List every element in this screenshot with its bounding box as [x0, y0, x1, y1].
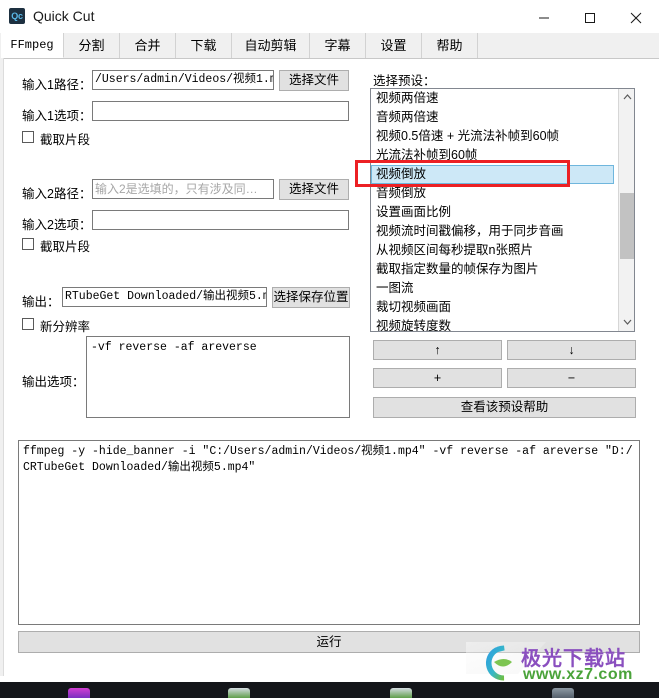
app-icon-quickcut: Qc	[9, 8, 25, 24]
output-browse-button[interactable]: 选择保存位置	[272, 287, 350, 308]
input1-path-input[interactable]: /Users/admin/Videos/视频1.mp4	[92, 70, 274, 90]
tab-item-5[interactable]: 字幕	[310, 33, 366, 58]
preset-move-down-button[interactable]: ↓	[507, 340, 636, 360]
preset-list-item[interactable]: 截取指定数量的帧保存为图片	[371, 260, 614, 279]
tab-item-7[interactable]: 帮助	[422, 33, 478, 58]
output-options-label: 输出选项：	[22, 375, 85, 389]
output-options-textarea[interactable]: -vf reverse -af areverse	[86, 336, 350, 418]
preset-remove-button[interactable]: −	[507, 368, 636, 388]
taskbar	[0, 682, 659, 698]
preset-list-item[interactable]: 音频两倍速	[371, 108, 614, 127]
clip1-checkbox[interactable]	[22, 131, 34, 143]
close-icon	[630, 12, 642, 24]
tab-ffmpeg[interactable]: FFmpeg	[1, 33, 64, 58]
new-resolution-label: 新分辨率	[40, 320, 91, 334]
preset-list-item[interactable]: 一图流	[371, 279, 614, 298]
output-label: 输出：	[22, 295, 60, 309]
input1-options-input[interactable]	[92, 101, 349, 121]
taskbar-icon-3[interactable]	[390, 688, 412, 698]
chevron-up-icon[interactable]	[619, 89, 634, 106]
preset-listbox[interactable]: 视频两倍速 音频两倍速 视频0.5倍速 + 光流法补帧到60帧 光流法补帧到60帧 视频…	[370, 88, 635, 332]
tab-item-1[interactable]: 分割	[64, 33, 120, 58]
clip2-checkbox-label: 截取片段	[40, 240, 91, 254]
input2-browse-button[interactable]: 选择文件	[279, 179, 349, 200]
preset-list-item[interactable]: 视频倒放	[371, 165, 614, 184]
run-button[interactable]: 运行	[18, 631, 640, 653]
scrollbar-thumb[interactable]	[620, 193, 634, 259]
output-path-input[interactable]: RTubeGet Downloaded/输出视频5.mp4	[62, 287, 267, 307]
maximize-button[interactable]	[567, 0, 613, 31]
close-button[interactable]	[613, 0, 659, 31]
minimize-icon	[539, 17, 549, 19]
taskbar-icon-4[interactable]	[552, 688, 574, 698]
window-left-edge	[0, 58, 4, 676]
input1-browse-button[interactable]: 选择文件	[279, 70, 349, 91]
preset-list-item[interactable]: 视频0.5倍速 + 光流法补帧到60帧	[371, 127, 614, 146]
preset-list-scrollbar[interactable]	[618, 89, 634, 331]
taskbar-icon-1[interactable]	[68, 688, 90, 698]
preset-list-items: 视频两倍速 音频两倍速 视频0.5倍速 + 光流法补帧到60帧 光流法补帧到60帧 视频…	[371, 89, 614, 331]
tab-item-2[interactable]: 合并	[120, 33, 176, 58]
new-resolution-checkbox[interactable]	[22, 318, 34, 330]
preset-list-item[interactable]: 音频倒放	[371, 184, 614, 203]
input2-path-label: 输入2路径：	[22, 187, 92, 201]
preset-list-item[interactable]: 光流法补帧到60帧	[371, 146, 614, 165]
window-title: Quick Cut	[33, 8, 95, 24]
minimize-button[interactable]	[521, 0, 567, 31]
preset-list-item[interactable]: 视频两倍速	[371, 89, 614, 108]
tab-item-6[interactable]: 设置	[366, 33, 422, 58]
input2-options-label: 输入2选项：	[22, 218, 92, 232]
preset-list-item[interactable]: 设置画面比例	[371, 203, 614, 222]
input1-path-label: 输入1路径：	[22, 78, 92, 92]
preset-add-button[interactable]: +	[373, 368, 502, 388]
input1-options-label: 输入1选项：	[22, 109, 92, 123]
command-preview-textarea[interactable]: ffmpeg -y -hide_banner -i "C:/Users/admi…	[18, 440, 640, 625]
title-bar: Qc Quick Cut	[0, 0, 659, 32]
preset-section-title: 选择预设：	[373, 74, 436, 88]
quick-cut-window: Qc Quick Cut FFmpeg 分割 合并 下载 自动剪辑 字幕 设置 帮助 输入1路…	[0, 0, 659, 698]
maximize-icon	[585, 13, 595, 23]
clip2-checkbox[interactable]	[22, 238, 34, 250]
preset-list-item[interactable]: 从视频区间每秒提取n张照片	[371, 241, 614, 260]
chevron-down-icon[interactable]	[619, 314, 634, 331]
preset-move-up-button[interactable]: ↑	[373, 340, 502, 360]
input2-options-input[interactable]	[92, 210, 349, 230]
tab-bar: FFmpeg 分割 合并 下载 自动剪辑 字幕 设置 帮助	[0, 33, 659, 59]
preset-list-item[interactable]: 视频旋转度数	[371, 317, 614, 331]
preset-list-item[interactable]: 视频流时间戳偏移，用于同步音画	[371, 222, 614, 241]
taskbar-icon-2[interactable]	[228, 688, 250, 698]
input2-path-input[interactable]: 输入2是选填的，只有涉及同…	[92, 179, 274, 199]
preset-help-button[interactable]: 查看该预设帮助	[373, 397, 636, 418]
clip1-checkbox-label: 截取片段	[40, 133, 91, 147]
tab-item-4[interactable]: 自动剪辑	[232, 33, 310, 58]
tab-item-3[interactable]: 下载	[176, 33, 232, 58]
preset-list-item[interactable]: 裁切视频画面	[371, 298, 614, 317]
